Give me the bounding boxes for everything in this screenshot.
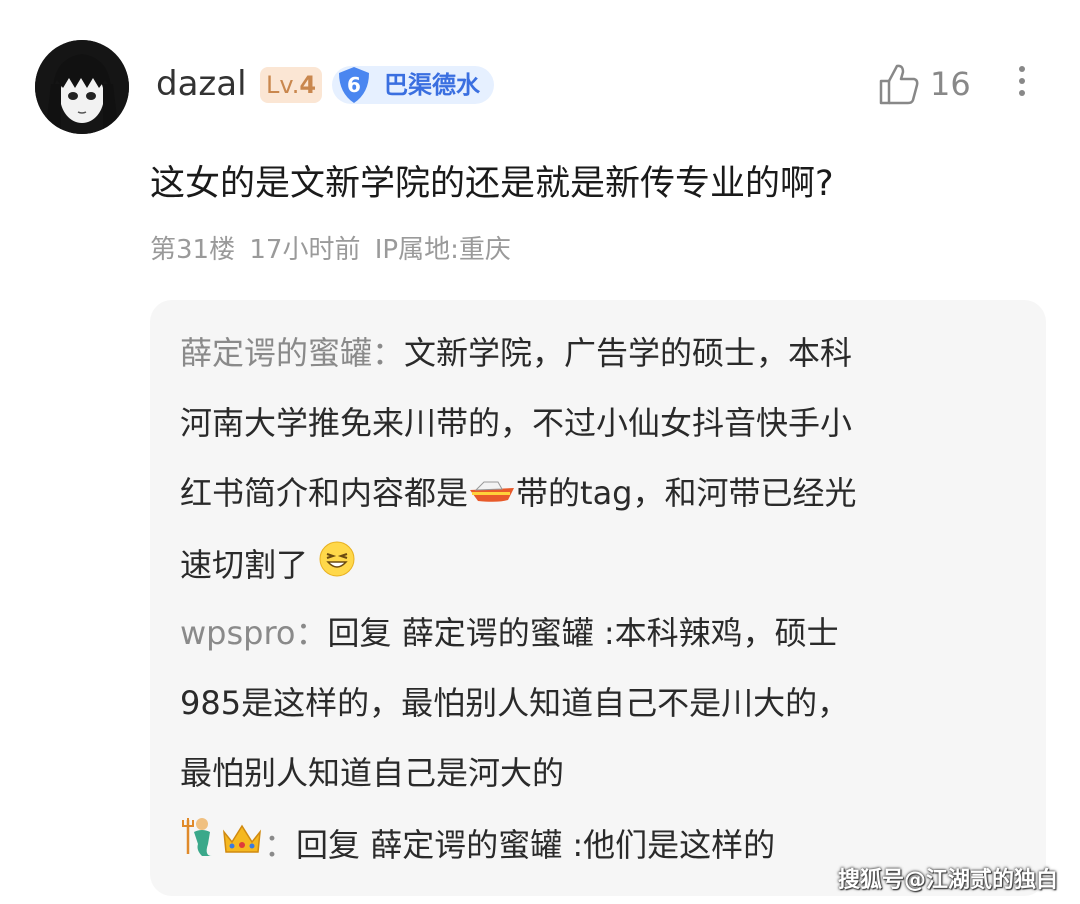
level-number: 4 bbox=[299, 71, 317, 99]
reply-line: 红书简介和内容都是 带的tag，和河带已经光 bbox=[180, 458, 1010, 530]
post-time: 17小时前 bbox=[249, 235, 361, 265]
reply-line: 速切割了 bbox=[180, 530, 1010, 602]
group-name: 巴渠德水 bbox=[384, 71, 480, 99]
like-button[interactable]: 16 bbox=[878, 58, 971, 110]
comment-text: 这女的是文新学院的还是就是新传专业的啊? bbox=[150, 164, 834, 204]
reply-item[interactable]: wpspro：回复 薛定谔的蜜罐 :本科辣鸡，硕士 985是这样的，最怕别人知道… bbox=[180, 598, 1010, 808]
watermark: 搜狐号@江湖贰的独白 bbox=[838, 868, 1059, 893]
username[interactable]: dazal bbox=[156, 62, 247, 106]
reply-text: 带的tag，和河带已经光 bbox=[516, 474, 857, 512]
reply-line: wpspro：回复 薛定谔的蜜罐 :本科辣鸡，硕士 bbox=[180, 598, 1010, 668]
reply-author-suffix: ： bbox=[264, 826, 297, 864]
level-prefix: Lv. bbox=[266, 71, 300, 99]
crown-emoji-icon[interactable] bbox=[220, 812, 264, 882]
comment-meta: 第31楼 17小时前 IP属地:重庆 bbox=[150, 230, 511, 270]
level-badge: Lv.4 bbox=[260, 67, 323, 103]
reply-line: 最怕别人知道自己是河大的 bbox=[180, 754, 565, 792]
ip-location: IP属地:重庆 bbox=[374, 235, 511, 265]
reply-text: 文新学院，广告学的硕士，本科 bbox=[404, 334, 853, 372]
user-avatar[interactable] bbox=[35, 40, 129, 134]
reply-item[interactable]: 薛定谔的蜜罐：文新学院，广告学的硕士，本科 河南大学推免来川带的，不过小仙女抖音… bbox=[180, 318, 1010, 602]
group-rank: 6 bbox=[347, 73, 361, 97]
thumbs-up-icon bbox=[879, 64, 919, 105]
more-options-icon[interactable] bbox=[1012, 62, 1032, 106]
boat-emoji-icon bbox=[468, 460, 516, 530]
group-badge[interactable]: 6 巴渠德水 bbox=[332, 66, 494, 104]
reply-author[interactable]: 薛定谔的蜜罐： bbox=[180, 334, 404, 372]
merman-emoji-icon[interactable] bbox=[180, 812, 220, 882]
rank-shield-icon: 6 bbox=[334, 65, 374, 105]
reply-author[interactable]: wpspro： bbox=[180, 614, 328, 652]
reply-text: 红书简介和内容都是 bbox=[180, 474, 469, 512]
reply-line: 985是这样的，最怕别人知道自己不是川大的， bbox=[180, 684, 850, 722]
reply-text: 速切割了 bbox=[180, 546, 309, 584]
like-count: 16 bbox=[930, 65, 971, 103]
reply-line: 河南大学推免来川带的，不过小仙女抖音快手小 bbox=[180, 404, 853, 442]
reply-line: 薛定谔的蜜罐：文新学院，广告学的硕士，本科 bbox=[180, 318, 1010, 388]
reply-text: 回复 薛定谔的蜜罐 :他们是这样的 bbox=[296, 826, 776, 864]
reply-text: 回复 薛定谔的蜜罐 :本科辣鸡，硕士 bbox=[327, 614, 839, 652]
grinning-squint-emoji-icon bbox=[318, 532, 356, 602]
floor-number: 第31楼 bbox=[150, 235, 236, 265]
